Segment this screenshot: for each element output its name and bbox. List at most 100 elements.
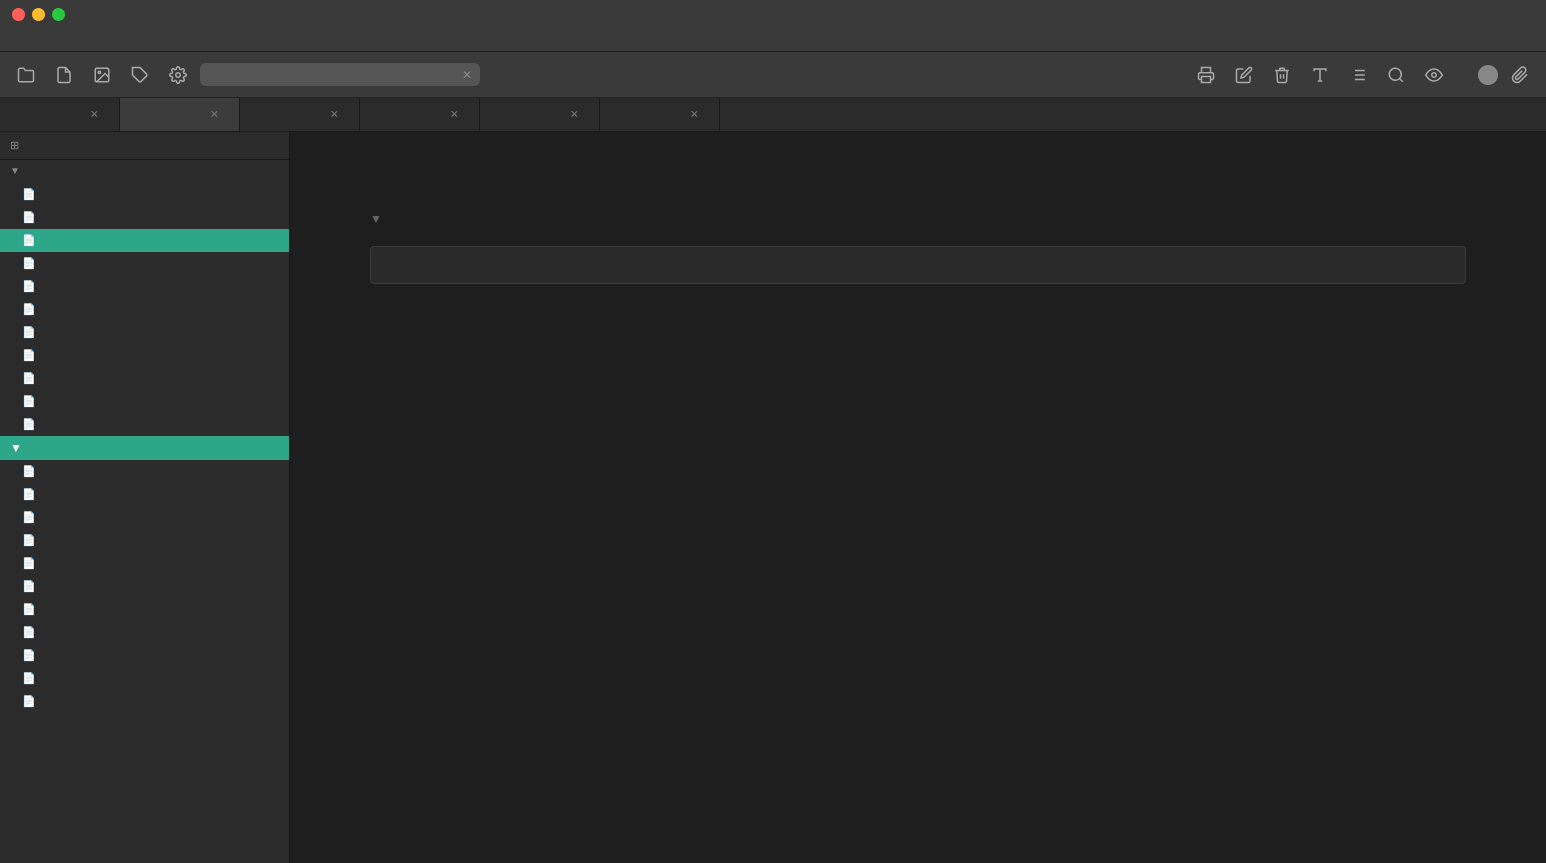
file-icon: 📄 bbox=[22, 326, 36, 339]
edit-button[interactable] bbox=[1228, 59, 1260, 91]
tab-optimize-pdf[interactable]: ✕ bbox=[240, 98, 360, 131]
image-button[interactable] bbox=[86, 59, 118, 91]
menu-help[interactable] bbox=[88, 38, 104, 42]
sidebar-item-money-md[interactable]: 📄 bbox=[0, 321, 289, 344]
sidebar-item-54-md[interactable]: 📄 bbox=[0, 460, 289, 483]
sidebar-item-notes-md[interactable]: 📄 bbox=[0, 183, 289, 206]
tab-close-54[interactable]: ✕ bbox=[690, 108, 699, 121]
tabbar: ✕ ✕ ✕ ✕ ✕ ✕ bbox=[0, 98, 1546, 132]
file-icon: 📄 bbox=[22, 418, 36, 431]
open-folder-button[interactable] bbox=[10, 59, 42, 91]
file-icon: 📄 bbox=[22, 488, 36, 501]
sidebar-item-45-md[interactable]: 📄 bbox=[0, 667, 289, 690]
format-button[interactable] bbox=[1304, 59, 1336, 91]
sidebar-item-books-md[interactable]: 📄 bbox=[0, 413, 289, 436]
search-box[interactable]: ✕ bbox=[200, 63, 480, 86]
chevron-down-icon: ▼ bbox=[10, 166, 20, 177]
search-clear-icon[interactable]: ✕ bbox=[462, 68, 472, 82]
file-icon: 📄 bbox=[22, 672, 36, 685]
sidebar-item-48-md[interactable]: 📄 bbox=[0, 598, 289, 621]
sidebar: ⊞ ▼ 📄 📄 📄 📄 bbox=[0, 132, 290, 863]
sidebar-item-47-md[interactable]: 📄 bbox=[0, 621, 289, 644]
file-icon: 📄 bbox=[22, 188, 36, 201]
section-header-show-notes[interactable]: ▼ bbox=[0, 436, 289, 460]
sidebar-item-movies-md[interactable]: 📄 bbox=[0, 344, 289, 367]
menubar bbox=[0, 28, 1546, 52]
tab-close-restart[interactable]: ✕ bbox=[450, 108, 459, 121]
minimize-button[interactable] bbox=[32, 8, 45, 21]
window-controls bbox=[12, 8, 65, 21]
file-icon: 📄 bbox=[22, 280, 36, 293]
sidebar-item-52-md[interactable]: 📄 bbox=[0, 506, 289, 529]
tab-close-optimize[interactable]: ✕ bbox=[330, 108, 339, 121]
titlebar bbox=[0, 0, 1546, 28]
list-icon bbox=[1349, 66, 1367, 84]
file-icon: 📄 bbox=[22, 211, 36, 224]
image-icon bbox=[93, 66, 111, 84]
sidebar-item-companies-md[interactable]: 📄 bbox=[0, 390, 289, 413]
sidebar-directories-header: ⊞ bbox=[0, 132, 289, 160]
attachment-button[interactable] bbox=[1504, 59, 1536, 91]
editor-content[interactable]: ▼ bbox=[290, 132, 1546, 863]
file-icon: 📄 bbox=[22, 557, 36, 570]
tab-close-tromjaro[interactable]: ✕ bbox=[210, 108, 219, 121]
print-button[interactable] bbox=[1190, 59, 1222, 91]
sidebar-item-50-md[interactable]: 📄 bbox=[0, 552, 289, 575]
eye-icon bbox=[1425, 66, 1443, 84]
sidebar-content: ▼ 📄 📄 📄 📄 📄 bbox=[0, 160, 289, 863]
tag-button[interactable] bbox=[124, 59, 156, 91]
tab-cloud[interactable]: ✕ bbox=[480, 98, 600, 131]
file-icon: 📄 bbox=[22, 534, 36, 547]
heading-chevron-clean: ▼ bbox=[370, 212, 382, 226]
search-input[interactable] bbox=[208, 67, 456, 82]
delete-button[interactable] bbox=[1266, 59, 1298, 91]
section-header-notes[interactable]: ▼ bbox=[0, 160, 289, 183]
sidebar-item-49-md[interactable]: 📄 bbox=[0, 575, 289, 598]
sidebar-item-restart-bluetooth-md[interactable]: 📄 bbox=[0, 298, 289, 321]
tab-tromjaro[interactable]: ✕ bbox=[120, 98, 240, 131]
tab-restart-bluetooth[interactable]: ✕ bbox=[360, 98, 480, 131]
sidebar-item-46-md[interactable]: 📄 bbox=[0, 644, 289, 667]
sidebar-item-dflip-md[interactable]: 📄 bbox=[0, 367, 289, 390]
sidebar-item-cloud-md[interactable]: 📄 bbox=[0, 206, 289, 229]
list-button[interactable] bbox=[1342, 59, 1374, 91]
sidebar-item-tromjaro-md[interactable]: 📄 bbox=[0, 229, 289, 252]
main-layout: ⊞ ▼ 📄 📄 📄 📄 bbox=[0, 132, 1546, 863]
search-button[interactable] bbox=[1380, 59, 1412, 91]
paperclip-icon bbox=[1511, 66, 1529, 84]
tab-pacman-unstuck[interactable]: ✕ bbox=[0, 98, 120, 131]
file-icon: 📄 bbox=[22, 603, 36, 616]
maximize-button[interactable] bbox=[52, 8, 65, 21]
folder-open-icon bbox=[17, 66, 35, 84]
file-icon: 📄 bbox=[22, 580, 36, 593]
file-icon: 📄 bbox=[22, 349, 36, 362]
menu-edit[interactable] bbox=[28, 38, 44, 42]
print-icon bbox=[1197, 66, 1215, 84]
sidebar-item-pacman-unstuck-md[interactable]: 📄 bbox=[0, 275, 289, 298]
chevron-down-icon-2: ▼ bbox=[10, 441, 22, 455]
toolbar: ✕ bbox=[0, 52, 1546, 98]
menu-view[interactable] bbox=[48, 38, 64, 42]
trash-icon bbox=[1273, 66, 1291, 84]
tab-close-pacman[interactable]: ✕ bbox=[90, 108, 99, 121]
preview-button[interactable] bbox=[1418, 59, 1450, 91]
tag-icon bbox=[131, 66, 149, 84]
settings-button[interactable] bbox=[162, 59, 194, 91]
sidebar-item-optimize-pdf-md[interactable]: 📄 bbox=[0, 252, 289, 275]
close-button[interactable] bbox=[12, 8, 25, 21]
file-icon: 📄 bbox=[22, 234, 36, 247]
new-file-button[interactable] bbox=[48, 59, 80, 91]
heading-clean-block: ▼ bbox=[370, 212, 1466, 226]
file-icon: 📄 bbox=[22, 257, 36, 270]
menu-file[interactable] bbox=[8, 38, 24, 42]
menu-window[interactable] bbox=[68, 38, 84, 42]
code-block-clean bbox=[370, 246, 1466, 284]
file-icon: 📄 bbox=[22, 695, 36, 708]
sidebar-item-51-md[interactable]: 📄 bbox=[0, 529, 289, 552]
file-icon: 📄 bbox=[22, 465, 36, 478]
sidebar-item-53-md[interactable]: 📄 bbox=[0, 483, 289, 506]
tab-close-cloud[interactable]: ✕ bbox=[570, 108, 579, 121]
tab-54[interactable]: ✕ bbox=[600, 98, 720, 131]
file-icon: 📄 bbox=[22, 372, 36, 385]
sidebar-item-44-md[interactable]: 📄 bbox=[0, 690, 289, 713]
